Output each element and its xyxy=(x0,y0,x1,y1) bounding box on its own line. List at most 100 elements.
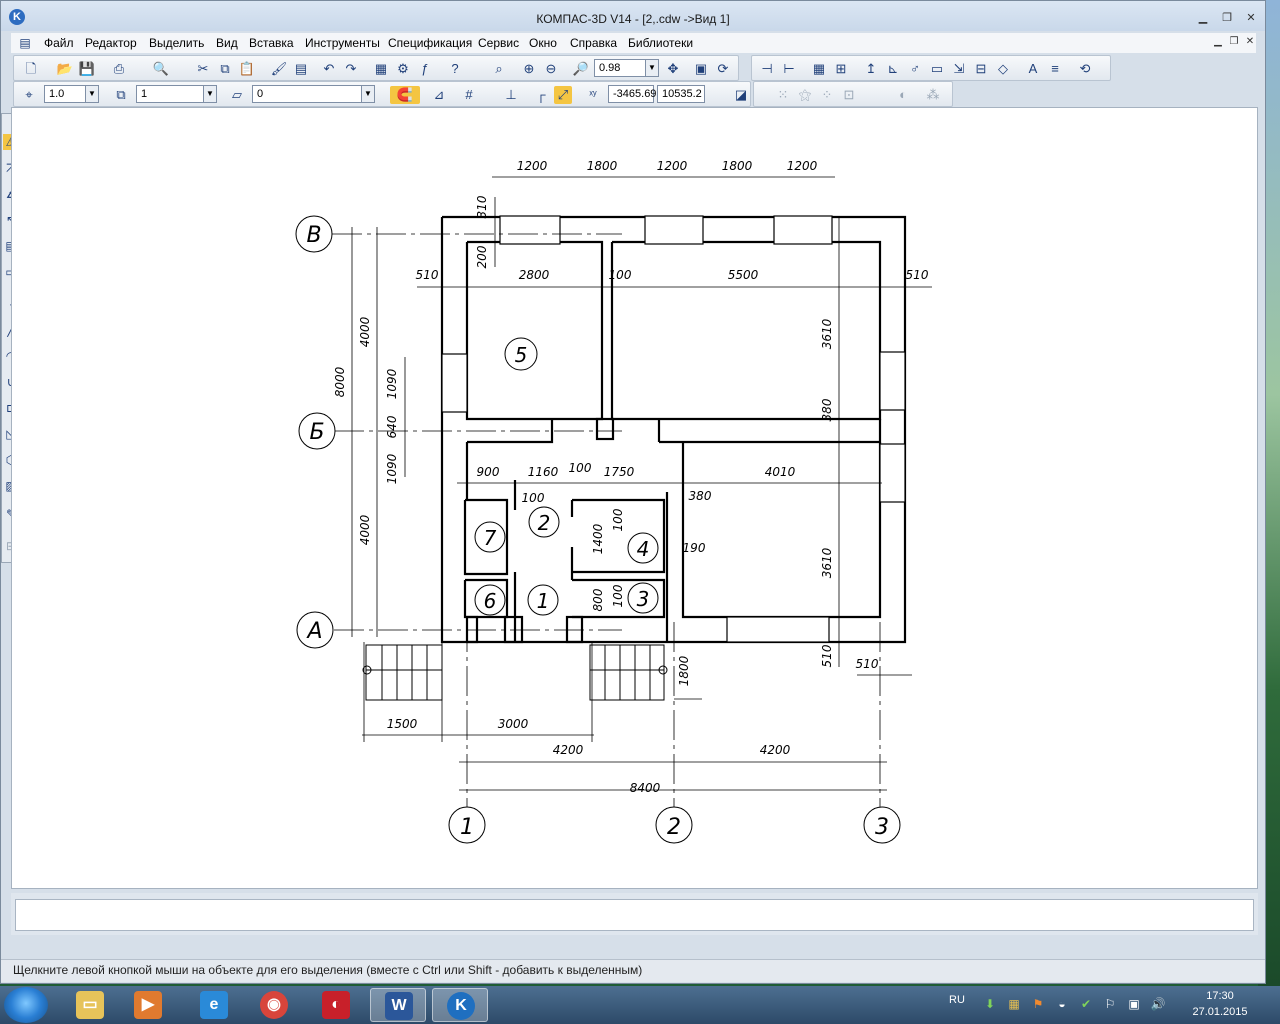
maximize-button[interactable]: ❐ xyxy=(1219,11,1235,25)
scatter-icon[interactable]: ⁘ xyxy=(818,86,836,104)
close-button[interactable]: ✕ xyxy=(1243,11,1259,25)
select-icon[interactable]: ♂ xyxy=(906,60,924,78)
tray-volume-icon[interactable]: 🔊 xyxy=(1150,996,1166,1012)
extra-icon[interactable]: ◪ xyxy=(732,86,750,104)
hatch-icon[interactable]: ≡ xyxy=(1046,60,1064,78)
tray-app-icon[interactable]: ▦ xyxy=(1006,996,1022,1012)
designations-icon[interactable]: ⊢ xyxy=(780,60,798,78)
params-icon[interactable]: ↥ xyxy=(862,60,880,78)
menu-window[interactable]: Окно xyxy=(529,36,557,50)
drawing-canvas[interactable]: В Б А 1 2 3 5 7 2 4 6 1 3 1200 1800 1200… xyxy=(11,107,1258,889)
doc-close-icon[interactable]: ✕ xyxy=(1243,36,1257,48)
tray-download-icon[interactable]: ⬇ xyxy=(982,996,998,1012)
layer-dropdown-icon[interactable]: ▼ xyxy=(203,85,217,103)
ortho-icon[interactable]: ⊿ xyxy=(430,86,448,104)
taskbar-word[interactable]: W xyxy=(370,988,426,1022)
menu-edit[interactable]: Редактор xyxy=(85,36,137,50)
coord-y-input[interactable]: 10535.2 xyxy=(657,85,705,103)
zoom-out-icon[interactable]: ⊖ xyxy=(542,60,560,78)
pan-icon[interactable]: ✥ xyxy=(664,60,682,78)
zoom-scale-icon[interactable]: 🔎 xyxy=(572,60,590,78)
library-icon[interactable]: ⚙ xyxy=(394,60,412,78)
tray-monitor-icon[interactable]: ▣ xyxy=(1126,996,1142,1012)
style-dropdown-icon[interactable]: ▼ xyxy=(361,85,375,103)
tray-network-icon[interactable]: ◒ xyxy=(1054,996,1070,1012)
start-button[interactable] xyxy=(4,987,48,1023)
round-off-icon[interactable]: ⤢ xyxy=(554,86,572,104)
tolerance-icon[interactable]: ▭ xyxy=(928,60,946,78)
spec-icon[interactable]: ⊟ xyxy=(972,60,990,78)
geometry-icon[interactable]: ▦ xyxy=(810,60,828,78)
print-icon[interactable]: ⎙ xyxy=(110,60,128,78)
menu-help[interactable]: Справка xyxy=(570,36,617,50)
format-brush-icon[interactable]: 🖌 xyxy=(270,60,288,78)
copy-icon[interactable]: ⧉ xyxy=(216,60,234,78)
rebuild-icon[interactable]: ⟲ xyxy=(1076,60,1094,78)
menu-libraries[interactable]: Библиотеки xyxy=(628,36,693,50)
array-icon[interactable]: ⁙ xyxy=(774,86,792,104)
clock-date[interactable]: 27.01.2015 xyxy=(1188,1006,1252,1018)
taskbar-app-red[interactable]: ◐ xyxy=(308,988,364,1022)
report-icon[interactable]: ◇ xyxy=(994,60,1012,78)
edit-icon[interactable]: ⊞ xyxy=(832,60,850,78)
command-input[interactable] xyxy=(15,899,1254,931)
menu-select[interactable]: Выделить xyxy=(149,36,204,50)
style-icon[interactable]: ▱ xyxy=(228,86,246,104)
clock-time[interactable]: 17:30 xyxy=(1200,990,1240,1002)
open-file-icon[interactable]: 📂 xyxy=(56,60,74,78)
save-icon[interactable]: 💾 xyxy=(78,60,96,78)
measure-icon[interactable]: ⊾ xyxy=(884,60,902,78)
preview-icon[interactable]: 🔍 xyxy=(152,60,170,78)
menu-tools[interactable]: Инструменты xyxy=(305,36,380,50)
group-icon[interactable]: ⁂ xyxy=(924,86,942,104)
step-dropdown-icon[interactable]: ▼ xyxy=(85,85,99,103)
menu-file[interactable]: Файл xyxy=(44,36,74,50)
layer-icon[interactable]: ⧉ xyxy=(112,86,130,104)
orthogonal-icon[interactable]: ┌ xyxy=(532,86,550,104)
layer-input[interactable]: 1 xyxy=(136,85,204,103)
language-indicator[interactable]: RU xyxy=(949,994,965,1006)
fragment-icon[interactable]: ⇲ xyxy=(950,60,968,78)
new-file-icon[interactable]: 🗋 xyxy=(22,60,40,78)
menu-insert[interactable]: Вставка xyxy=(249,36,294,50)
mirror-icon[interactable]: ◐ xyxy=(894,86,912,104)
taskbar-ie[interactable]: e xyxy=(186,988,242,1022)
text-icon[interactable]: A xyxy=(1024,60,1042,78)
deform-icon[interactable]: ⊡ xyxy=(840,86,858,104)
undo-icon[interactable]: ↶ xyxy=(320,60,338,78)
document-icon[interactable]: ▤ xyxy=(17,35,33,51)
show-all-icon[interactable]: ▣ xyxy=(692,60,710,78)
doc-minimize-icon[interactable]: ▁ xyxy=(1211,36,1225,48)
taskbar-media-player[interactable]: ▶ xyxy=(120,988,176,1022)
menu-service[interactable]: Сервис xyxy=(478,36,519,50)
taskbar-kompas[interactable]: K xyxy=(432,988,488,1022)
taskbar-explorer[interactable]: ▭ xyxy=(62,988,118,1022)
tray-flag-icon[interactable]: ⚐ xyxy=(1102,996,1118,1012)
menu-specification[interactable]: Спецификация xyxy=(388,36,472,50)
dimension-icon[interactable]: ⊣ xyxy=(758,60,776,78)
help-pointer-icon[interactable]: ? xyxy=(446,60,464,78)
taskbar-chrome[interactable]: ◉ xyxy=(246,988,302,1022)
menu-view[interactable]: Вид xyxy=(216,36,238,50)
coord-x-input[interactable]: -3465.69 xyxy=(608,85,656,103)
manager-icon[interactable]: ▦ xyxy=(372,60,390,78)
zoom-window-icon[interactable]: ⌕ xyxy=(490,60,508,78)
zoom-dropdown-icon[interactable]: ▼ xyxy=(645,59,659,77)
snap-icon[interactable]: 🧲 xyxy=(390,86,420,104)
paste-icon[interactable]: 📋 xyxy=(238,60,256,78)
tray-check-icon[interactable]: ✔ xyxy=(1078,996,1094,1012)
step-cursor-icon[interactable]: ⌖ xyxy=(20,86,38,104)
doc-restore-icon[interactable]: ❐ xyxy=(1227,36,1241,48)
zoom-in-icon[interactable]: ⊕ xyxy=(520,60,538,78)
minimize-button[interactable]: ▁ xyxy=(1195,11,1211,25)
function-icon[interactable]: ƒ xyxy=(416,60,434,78)
local-cs-icon[interactable]: ⊥ xyxy=(502,86,520,104)
cut-icon[interactable]: ✂ xyxy=(194,60,212,78)
tray-update-icon[interactable]: ⚑ xyxy=(1030,996,1046,1012)
step-input[interactable]: 1.0 xyxy=(44,85,86,103)
style-input[interactable]: 0 xyxy=(252,85,362,103)
redo-icon[interactable]: ↷ xyxy=(342,60,360,78)
refresh-icon[interactable]: ⟳ xyxy=(714,60,732,78)
transform-icon[interactable]: ⚝ xyxy=(796,86,814,104)
zoom-input[interactable]: 0.98 xyxy=(594,59,646,77)
